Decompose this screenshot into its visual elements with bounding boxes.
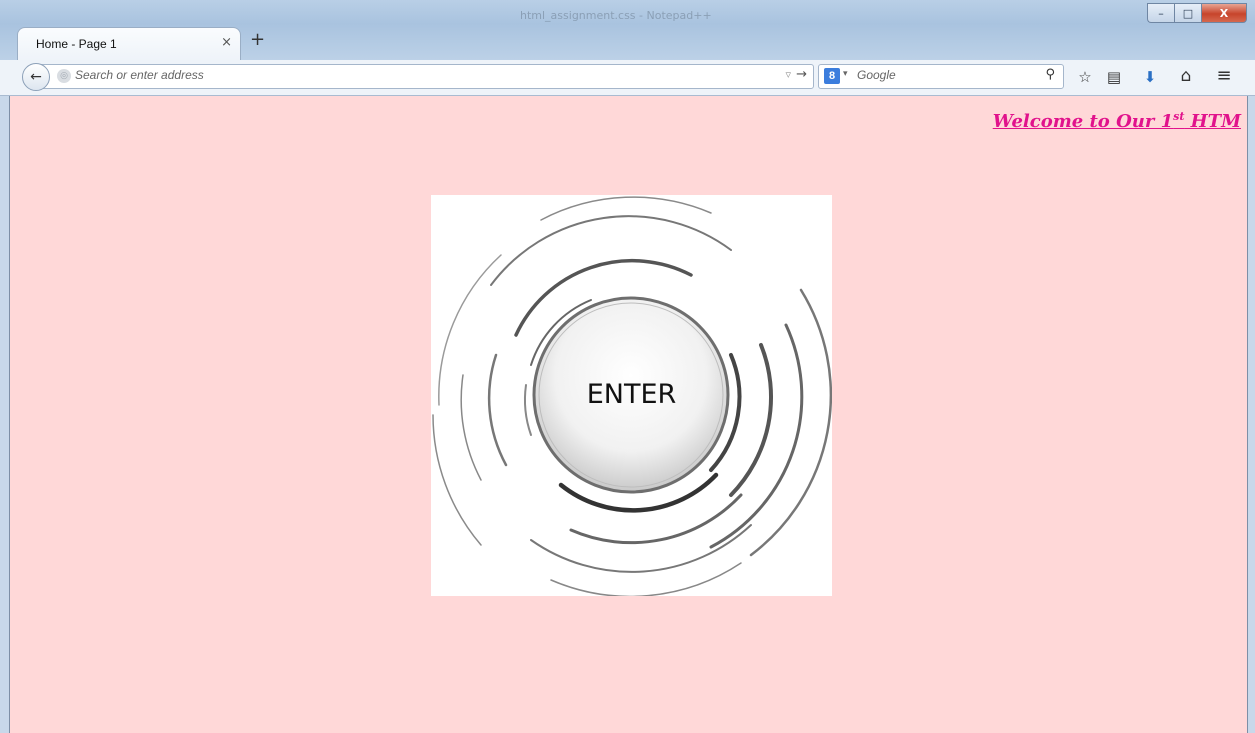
welcome-suffix: HTM bbox=[1184, 111, 1241, 132]
tab-home-page-1[interactable]: Home - Page 1 × bbox=[17, 27, 241, 62]
welcome-superscript: st bbox=[1173, 110, 1185, 123]
home-icon[interactable]: ⌂ bbox=[1176, 66, 1196, 86]
welcome-heading-link[interactable]: Welcome to Our 1st HTM bbox=[993, 110, 1241, 132]
navigation-bar: ← ◎ ▿ → 8 ▾ ⚲ ☆ ▤ ⬇ ⌂ ≡ bbox=[0, 60, 1255, 96]
window-controls: – □ X bbox=[1147, 3, 1247, 23]
address-bar[interactable]: ◎ ▿ → bbox=[38, 64, 814, 89]
google-plus-icon[interactable]: 8 bbox=[824, 68, 840, 84]
bookmarks-clipboard-icon[interactable]: ▤ bbox=[1104, 68, 1124, 86]
search-input[interactable] bbox=[857, 68, 1027, 82]
enter-label: ENTER bbox=[586, 379, 677, 410]
search-bar[interactable]: 8 ▾ ⚲ bbox=[818, 64, 1064, 89]
address-input[interactable] bbox=[75, 68, 725, 82]
search-engine-dropdown-icon[interactable]: ▾ bbox=[843, 69, 848, 79]
close-tab-icon[interactable]: × bbox=[221, 35, 232, 50]
enter-button[interactable]: ENTER bbox=[431, 195, 833, 598]
close-window-button[interactable]: X bbox=[1201, 3, 1247, 23]
page-content: Welcome to Our 1st HTM ENTER bbox=[9, 96, 1248, 733]
bookmark-star-icon[interactable]: ☆ bbox=[1075, 68, 1095, 86]
history-dropdown-icon[interactable]: ▿ bbox=[785, 68, 791, 81]
back-button[interactable]: ← bbox=[22, 63, 50, 91]
welcome-prefix: Welcome to Our 1 bbox=[992, 111, 1174, 132]
download-icon[interactable]: ⬇ bbox=[1140, 68, 1160, 86]
new-tab-button[interactable]: + bbox=[250, 29, 265, 50]
search-icon[interactable]: ⚲ bbox=[1045, 67, 1055, 82]
minimize-button[interactable]: – bbox=[1147, 3, 1174, 23]
go-arrow-icon[interactable]: → bbox=[796, 67, 807, 82]
menu-icon[interactable]: ≡ bbox=[1214, 65, 1234, 86]
tab-title: Home - Page 1 bbox=[36, 37, 117, 51]
maximize-button[interactable]: □ bbox=[1174, 3, 1201, 23]
globe-icon: ◎ bbox=[57, 69, 71, 83]
window-title: html_assignment.css - Notepad++ bbox=[520, 9, 712, 22]
